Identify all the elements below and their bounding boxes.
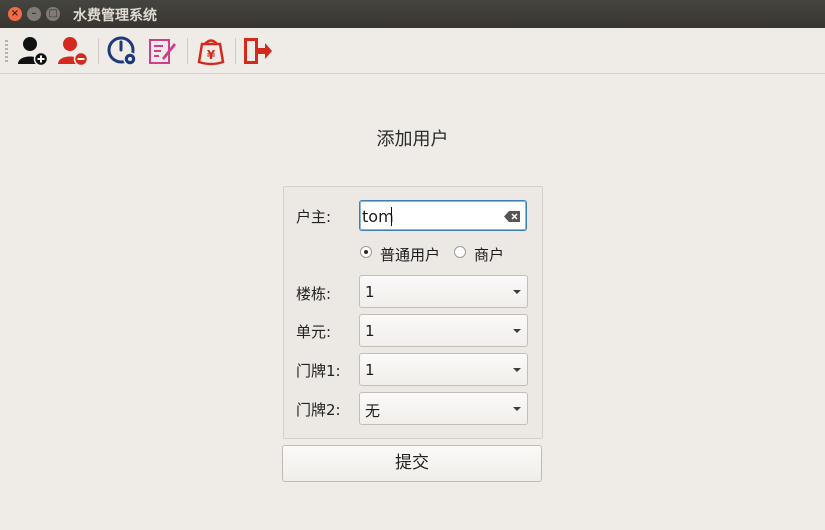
user-minus-icon	[58, 37, 89, 67]
main-toolbar: ¥	[0, 28, 825, 74]
submit-button[interactable]: 提交	[282, 445, 542, 482]
building-select-value: 1	[365, 283, 375, 301]
radio-selected-dot	[364, 250, 368, 254]
maximize-window-button[interactable]: □	[46, 7, 60, 21]
chevron-down-icon	[513, 407, 521, 411]
edit-document-icon	[149, 39, 176, 64]
radio-normal-user[interactable]	[360, 246, 372, 258]
edit-record-button[interactable]	[145, 34, 179, 68]
form-heading: 添加用户	[376, 129, 449, 150]
user-plus-icon	[18, 37, 49, 67]
meter-gear-icon	[107, 36, 137, 66]
chevron-down-icon	[513, 290, 521, 294]
radio-normal-user-label[interactable]: 普通用户	[380, 244, 440, 265]
close-window-button[interactable]: ×	[8, 7, 22, 21]
window-title: 水费管理系统	[73, 8, 157, 24]
yen-bag-icon: ¥	[197, 39, 225, 66]
clear-text-icon[interactable]	[504, 211, 520, 222]
door-number-2-select-value: 无	[365, 402, 381, 420]
building-select[interactable]: 1	[359, 275, 528, 308]
owner-input-value: tom	[362, 207, 394, 226]
toolbar-separator	[235, 38, 236, 64]
unit-select[interactable]: 1	[359, 314, 528, 347]
radio-merchant[interactable]	[454, 246, 466, 258]
remove-user-button[interactable]	[56, 34, 90, 68]
door-number-1-label: 门牌1:	[296, 362, 341, 380]
add-user-button[interactable]	[16, 34, 50, 68]
door-number-2-select[interactable]: 无	[359, 392, 528, 425]
door-number-2-label: 门牌2:	[296, 401, 341, 419]
toolbar-separator	[98, 38, 99, 64]
door-number-1-select[interactable]: 1	[359, 353, 528, 386]
payment-button[interactable]: ¥	[194, 34, 228, 68]
door-number-1-select-value: 1	[365, 361, 375, 379]
window-titlebar: × – □ 水费管理系统	[0, 0, 825, 28]
building-label: 楼栋:	[296, 285, 332, 303]
unit-label: 单元:	[296, 323, 332, 341]
minimize-window-button[interactable]: –	[27, 7, 41, 21]
owner-input[interactable]: tom	[359, 200, 527, 231]
unit-select-value: 1	[365, 322, 375, 340]
text-caret	[391, 207, 392, 226]
toolbar-grip-handle[interactable]	[5, 40, 8, 62]
exit-door-icon	[244, 38, 272, 64]
meter-settings-button[interactable]	[105, 34, 139, 68]
chevron-down-icon	[513, 368, 521, 372]
toolbar-separator	[187, 38, 188, 64]
radio-merchant-label[interactable]: 商户	[474, 244, 504, 265]
exit-button[interactable]	[240, 34, 274, 68]
chevron-down-icon	[513, 329, 521, 333]
svg-text:¥: ¥	[207, 48, 216, 62]
owner-label: 户主:	[296, 208, 332, 226]
